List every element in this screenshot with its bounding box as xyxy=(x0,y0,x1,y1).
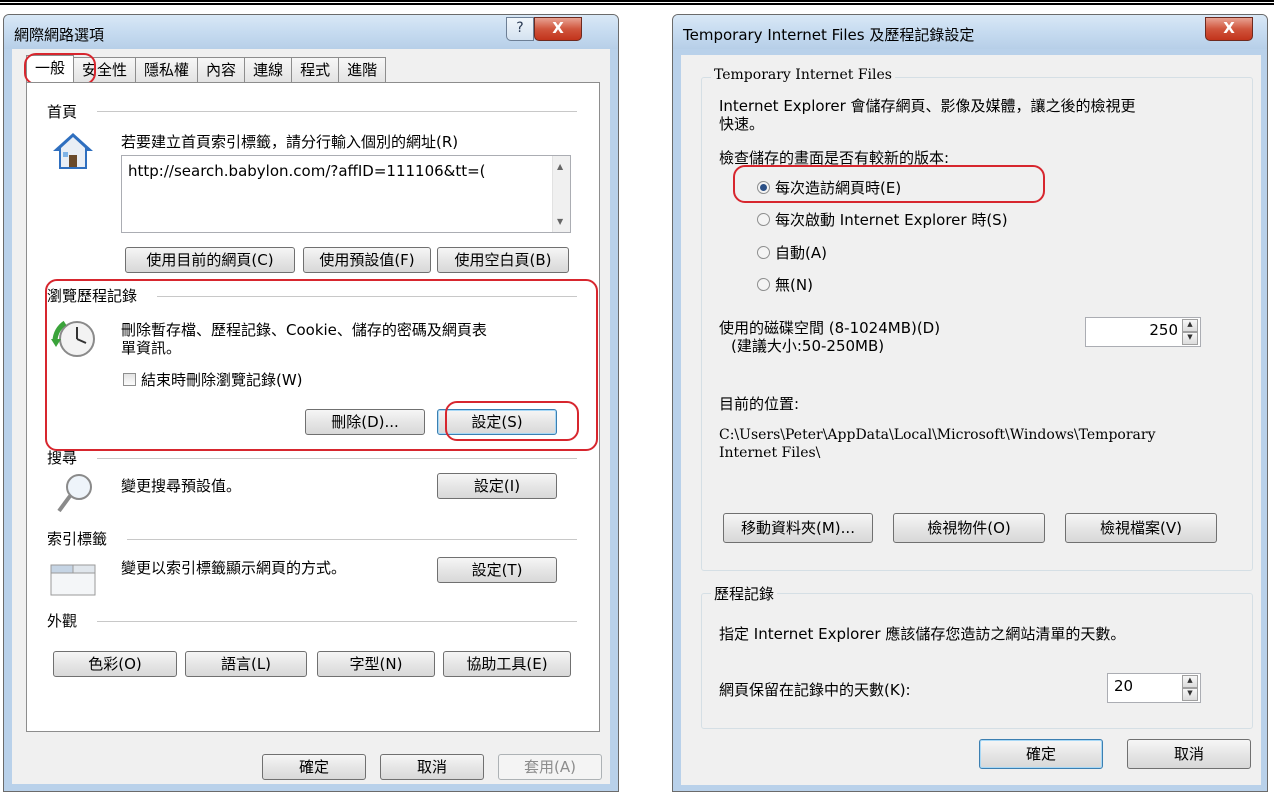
divider xyxy=(97,458,577,459)
cancel-button[interactable]: 取消 xyxy=(380,754,484,780)
accessibility-button[interactable]: 協助工具(E) xyxy=(443,651,571,677)
history-days-value: 20 xyxy=(1114,677,1134,695)
tab-general[interactable]: 一般 xyxy=(26,55,75,83)
general-tab-panel: 首頁 若要建立首頁索引標籤，請分行輸入個別的網址(R) http://searc… xyxy=(26,82,600,732)
ok-button[interactable]: 確定 xyxy=(262,754,366,780)
scroll-up-icon[interactable]: ▲ xyxy=(557,162,563,171)
current-location-path-2: Internet Files\ xyxy=(719,445,821,461)
languages-button[interactable]: 語言(L) xyxy=(185,651,307,677)
tab-strip: 一般 安全性 隱私權 內容 連線 程式 進階 xyxy=(26,55,387,83)
scroll-down-icon[interactable]: ▼ xyxy=(557,217,563,226)
search-icon xyxy=(57,474,92,513)
use-current-button[interactable]: 使用目前的網頁(C) xyxy=(125,247,295,273)
spinner-arrows: ▲ ▼ xyxy=(1182,675,1199,701)
home-icon xyxy=(53,133,93,169)
radio-every-start[interactable] xyxy=(757,213,770,226)
option-never: 無(N) xyxy=(775,276,813,294)
search-section-label: 搜尋 xyxy=(47,447,78,468)
window-title: Temporary Internet Files 及歷程記錄設定 xyxy=(683,26,975,44)
title-bar: Temporary Internet Files 及歷程記錄設定 X xyxy=(673,15,1267,49)
tab-programs[interactable]: 程式 xyxy=(291,57,340,82)
history-group-label: 歷程記錄 xyxy=(711,583,778,604)
history-days-spinner[interactable]: 20 ▲ ▼ xyxy=(1107,673,1201,703)
tabs-description: 變更以索引標籤顯示網頁的方式。 xyxy=(121,559,347,577)
tab-security[interactable]: 安全性 xyxy=(73,57,137,82)
move-folder-button[interactable]: 移動資料夾(M)... xyxy=(723,513,873,543)
internet-options-dialog: 網際網路選項 ? X 一般 安全性 隱私權 內容 連線 程式 進階 首頁 若要建… xyxy=(3,14,619,792)
history-section-label: 瀏覽歷程記錄 xyxy=(47,285,138,306)
tabs-icon xyxy=(50,564,96,596)
home-instruction: 若要建立首頁索引標籤，請分行輸入個別的網址(R) xyxy=(121,133,459,151)
top-border xyxy=(0,0,1274,5)
colors-button[interactable]: 色彩(O) xyxy=(53,651,177,677)
view-files-button[interactable]: 檢視檔案(V) xyxy=(1065,513,1217,543)
spin-up-icon[interactable]: ▲ xyxy=(1182,675,1198,688)
window-title: 網際網路選項 xyxy=(14,26,105,44)
cancel-button[interactable]: 取消 xyxy=(1127,739,1251,769)
home-section-label: 首頁 xyxy=(47,101,78,122)
spin-down-icon[interactable]: ▼ xyxy=(1182,688,1198,701)
option-every-start: 每次啟動 Internet Explorer 時(S) xyxy=(775,211,1008,229)
use-blank-button[interactable]: 使用空白頁(B) xyxy=(437,247,569,273)
current-location-path-1: C:\Users\Peter\AppData\Local\Microsoft\W… xyxy=(719,427,1156,443)
tabs-settings-button[interactable]: 設定(T) xyxy=(437,557,557,583)
current-location-label: 目前的位置: xyxy=(719,395,800,413)
option-every-visit: 每次造訪網頁時(E) xyxy=(775,179,902,197)
disk-space-value: 250 xyxy=(1149,321,1178,339)
divider xyxy=(97,111,577,112)
home-url-value: http://search.babylon.com/?affID=111106&… xyxy=(128,162,486,180)
tif-description-2: 快速。 xyxy=(719,115,765,133)
dialog-body: 一般 安全性 隱私權 內容 連線 程式 進階 首頁 若要建立首頁索引標籤，請分行… xyxy=(12,49,610,784)
tab-advanced[interactable]: 進階 xyxy=(338,57,387,82)
tif-history-settings-dialog: Temporary Internet Files 及歷程記錄設定 X Tempo… xyxy=(672,14,1268,792)
view-objects-button[interactable]: 檢視物件(O) xyxy=(893,513,1045,543)
disk-space-label-2: (建議大小:50-250MB) xyxy=(731,337,885,355)
radio-every-visit[interactable] xyxy=(757,181,770,194)
ok-button[interactable]: 確定 xyxy=(979,739,1103,769)
history-days-description: 指定 Internet Explorer 應該儲存您造訪之網站清單的天數。 xyxy=(719,625,1126,643)
check-newer-label: 檢查儲存的畫面是否有較新的版本: xyxy=(719,149,950,167)
title-bar: 網際網路選項 ? X xyxy=(4,15,618,49)
search-description: 變更搜尋預設值。 xyxy=(121,477,242,495)
close-icon[interactable]: X xyxy=(1205,17,1253,41)
history-days-label: 網頁保留在記錄中的天數(K): xyxy=(719,681,911,699)
delete-on-exit-label: 結束時刪除瀏覽記錄(W) xyxy=(141,371,303,389)
tif-group-label: Temporary Internet Files xyxy=(711,67,895,83)
option-automatic: 自動(A) xyxy=(775,244,827,262)
divider xyxy=(97,621,577,622)
delete-button[interactable]: 刪除(D)... xyxy=(305,409,425,435)
url-scrollbar[interactable]: ▲ ▼ xyxy=(552,156,570,232)
close-icon[interactable]: X xyxy=(534,17,582,41)
spin-up-icon[interactable]: ▲ xyxy=(1182,319,1198,332)
history-description-2: 單資訊。 xyxy=(121,339,182,357)
tif-description-1: Internet Explorer 會儲存網頁、影像及媒體，讓之後的檢視更 xyxy=(719,97,1136,115)
search-settings-button[interactable]: 設定(I) xyxy=(437,473,557,499)
appearance-section-label: 外觀 xyxy=(47,610,78,631)
history-groupbox xyxy=(701,593,1253,729)
home-url-textarea[interactable]: http://search.babylon.com/?affID=111106&… xyxy=(121,155,571,233)
spin-down-icon[interactable]: ▼ xyxy=(1182,332,1198,345)
tab-connections[interactable]: 連線 xyxy=(244,57,293,82)
delete-on-exit-checkbox[interactable] xyxy=(123,373,136,386)
spinner-arrows: ▲ ▼ xyxy=(1182,319,1199,345)
history-clock-icon xyxy=(51,320,95,357)
tab-privacy[interactable]: 隱私權 xyxy=(135,57,199,82)
radio-never[interactable] xyxy=(757,278,770,291)
divider xyxy=(157,296,577,297)
apply-button[interactable]: 套用(A) xyxy=(498,754,602,780)
history-settings-button[interactable]: 設定(S) xyxy=(437,409,557,435)
help-icon[interactable]: ? xyxy=(506,17,534,41)
tabs-section-label: 索引標籤 xyxy=(47,528,108,549)
use-default-button[interactable]: 使用預設值(F) xyxy=(303,247,431,273)
radio-automatic[interactable] xyxy=(757,246,770,259)
divider xyxy=(127,539,577,540)
fonts-button[interactable]: 字型(N) xyxy=(317,651,435,677)
disk-space-spinner[interactable]: 250 ▲ ▼ xyxy=(1085,317,1201,347)
dialog-body: Temporary Internet Files Internet Explor… xyxy=(681,55,1261,785)
tab-content[interactable]: 內容 xyxy=(197,57,246,82)
